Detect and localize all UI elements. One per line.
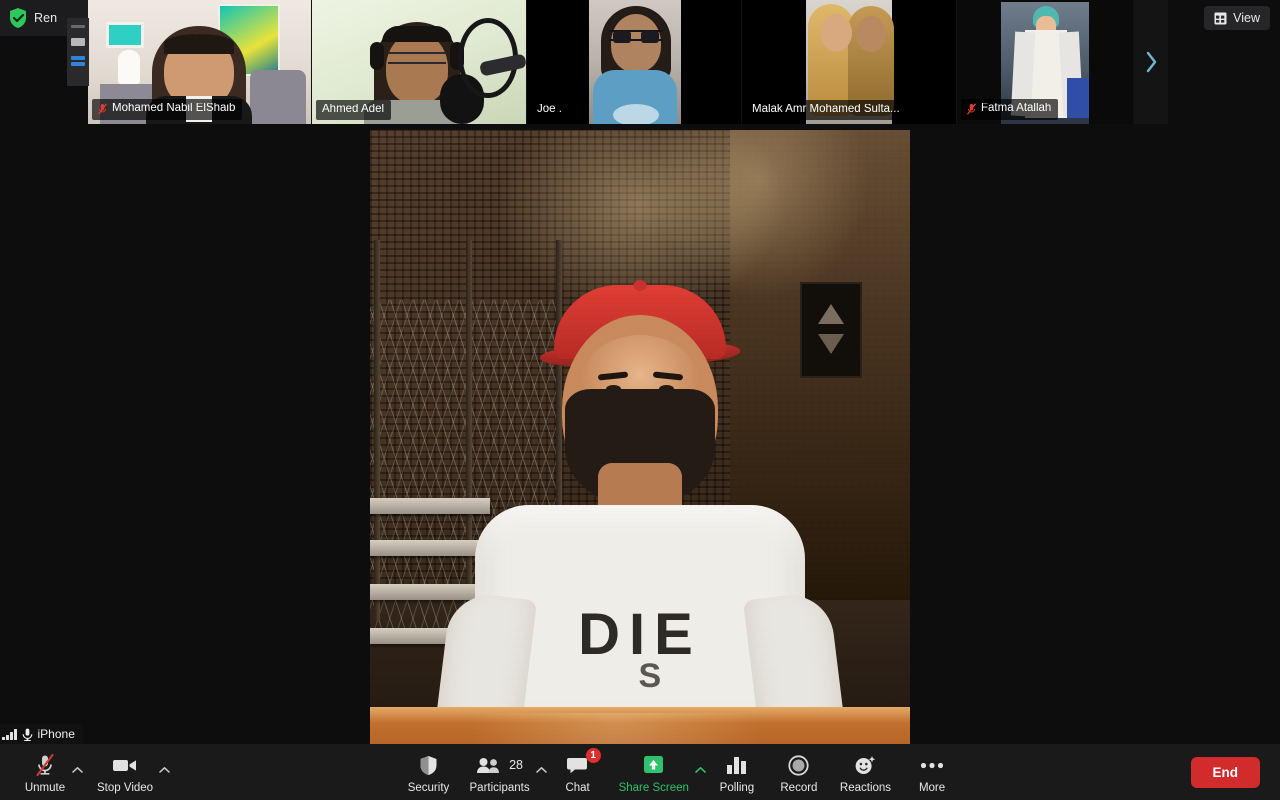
security-shield-icon[interactable]: [8, 7, 28, 29]
reactions-label: Reactions: [839, 782, 892, 795]
more-button[interactable]: More: [901, 747, 963, 797]
video-group: Stop Video: [87, 747, 170, 797]
participants-label: Participants: [469, 782, 530, 795]
thumbnail-participant-2[interactable]: Joe .: [527, 0, 742, 124]
record-label: Record: [780, 782, 818, 795]
toolbar-right-group: End: [1190, 756, 1280, 788]
unmute-label: Unmute: [24, 782, 66, 795]
participants-count: 28: [509, 758, 523, 773]
ellipsis-icon: [920, 753, 944, 777]
main-stage: DIE S: [0, 124, 1280, 800]
meeting-toolbar: Unmute Stop Video Security 28 Participan…: [0, 744, 1280, 800]
participant-filmstrip: Mohamed Nabil ElShaib Ahmed Adel Joe . M…: [88, 0, 1168, 124]
thumbnail-name-chip: Malak Amr Mohamed Sulta...: [746, 99, 907, 120]
mute-group: Unmute: [14, 747, 83, 797]
participant-name: Malak Amr Mohamed Sulta...: [752, 103, 900, 115]
security-button[interactable]: Security: [398, 747, 460, 797]
share-screen-label: Share Screen: [618, 782, 689, 795]
muted-mic-icon: [967, 103, 976, 115]
polling-label: Polling: [719, 782, 755, 795]
stop-video-label: Stop Video: [97, 782, 154, 795]
chat-label: Chat: [565, 782, 590, 795]
people-icon: 28: [476, 753, 523, 777]
recording-label: Ren: [34, 11, 58, 25]
signal-bars-icon: [2, 728, 17, 740]
speaker-person: DIE S: [370, 280, 910, 770]
share-screen-arrow-icon: [642, 753, 665, 777]
device-label: iPhone: [37, 727, 75, 741]
view-button-label: View: [1233, 11, 1260, 25]
muted-mic-icon: [98, 103, 107, 115]
chat-unread-badge: 1: [585, 748, 601, 764]
stop-video-button[interactable]: Stop Video: [87, 747, 163, 797]
thumbnail-name-chip: Joe .: [531, 99, 569, 120]
thumbnail-name-chip: Fatma Atallah: [961, 99, 1059, 120]
thumbnail-participant-0[interactable]: Mohamed Nabil ElShaib: [88, 0, 312, 124]
active-speaker-video[interactable]: DIE S: [370, 130, 910, 800]
bar-chart-icon: [726, 753, 747, 777]
thumbnail-participant-3[interactable]: Malak Amr Mohamed Sulta...: [742, 0, 957, 124]
participant-name: Ahmed Adel: [322, 103, 385, 115]
zoom-meeting-window: Ren Mohamed Nabil ElShaib Ahmed Adel Joe…: [0, 0, 1280, 800]
chat-button[interactable]: 1 Chat: [547, 747, 609, 797]
toolbar-center-group: Security 28 Participants 1 Chat Share Sc…: [170, 747, 1190, 797]
participant-name: Mohamed Nabil ElShaib: [112, 103, 236, 115]
end-meeting-button[interactable]: End: [1190, 756, 1260, 788]
share-group: Share Screen: [609, 747, 706, 797]
phone-audio-icon: [22, 728, 32, 741]
thumbnail-participant-4[interactable]: Fatma Atallah: [957, 0, 1134, 124]
security-label: Security: [407, 782, 450, 795]
share-screen-button[interactable]: Share Screen: [609, 747, 699, 797]
smiley-sparkle-icon: [854, 753, 876, 777]
toolbar-left-group: Unmute Stop Video: [0, 747, 170, 797]
record-circle-icon: [788, 753, 810, 777]
more-label: More: [918, 782, 946, 795]
thumbnail-name-chip: Mohamed Nabil ElShaib: [92, 99, 243, 120]
tile-icon[interactable]: [71, 56, 85, 67]
reactions-button[interactable]: Reactions: [830, 747, 901, 797]
polling-button[interactable]: Polling: [706, 747, 768, 797]
minimize-icon[interactable]: [71, 25, 85, 28]
thumbnail-name-chip: Ahmed Adel: [316, 99, 392, 120]
filmstrip-next-page-button[interactable]: [1134, 0, 1168, 124]
participants-group: 28 Participants: [460, 747, 547, 797]
chevron-right-icon: [1146, 51, 1157, 73]
grid-view-icon: [1214, 12, 1227, 24]
view-button[interactable]: View: [1204, 6, 1270, 30]
device-status-chip: iPhone: [0, 724, 83, 744]
window-controls[interactable]: [67, 18, 89, 86]
thumbnail-participant-1[interactable]: Ahmed Adel: [312, 0, 527, 124]
shirt-text-secondary: S: [638, 657, 662, 695]
participants-button[interactable]: 28 Participants: [460, 747, 540, 797]
record-button[interactable]: Record: [768, 747, 830, 797]
participant-name: Fatma Atallah: [981, 103, 1052, 115]
shield-icon: [419, 753, 438, 777]
unmute-button[interactable]: Unmute: [14, 747, 76, 797]
restore-icon[interactable]: [71, 38, 85, 46]
participant-name: Joe .: [537, 103, 562, 115]
microphone-muted-icon: [35, 753, 55, 777]
video-camera-icon: [112, 753, 138, 777]
